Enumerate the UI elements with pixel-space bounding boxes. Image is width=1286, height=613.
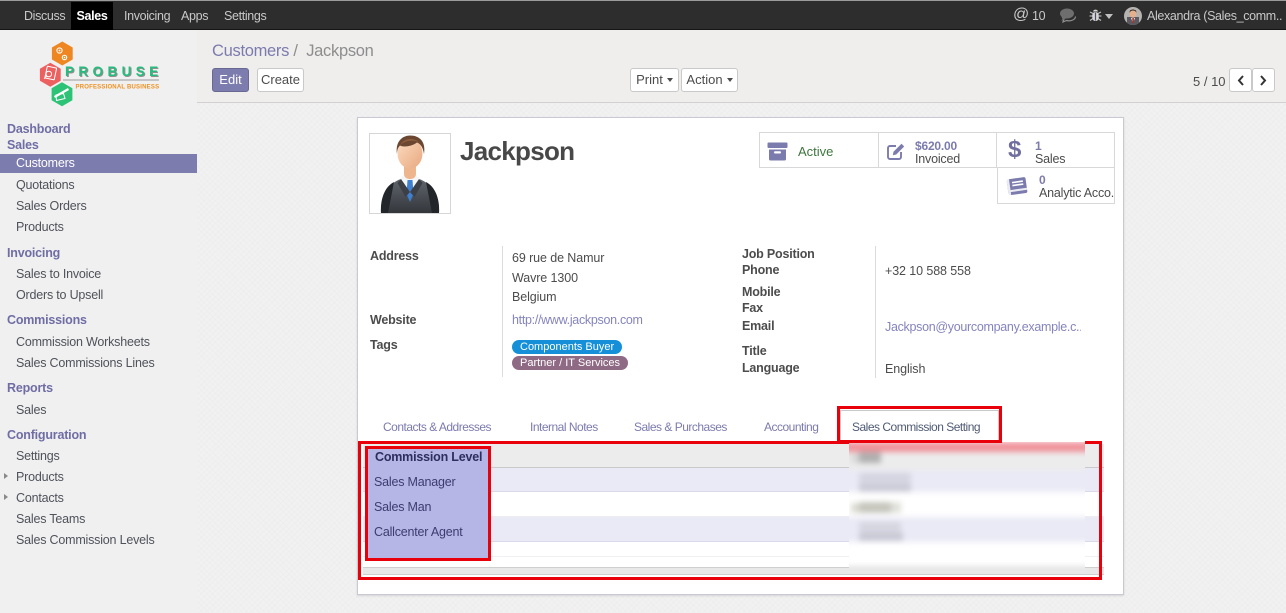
svg-text:PROFESSIONAL BUSINESS: PROFESSIONAL BUSINESS xyxy=(76,85,160,91)
svg-text:PROBUSE: PROBUSE xyxy=(65,64,163,79)
